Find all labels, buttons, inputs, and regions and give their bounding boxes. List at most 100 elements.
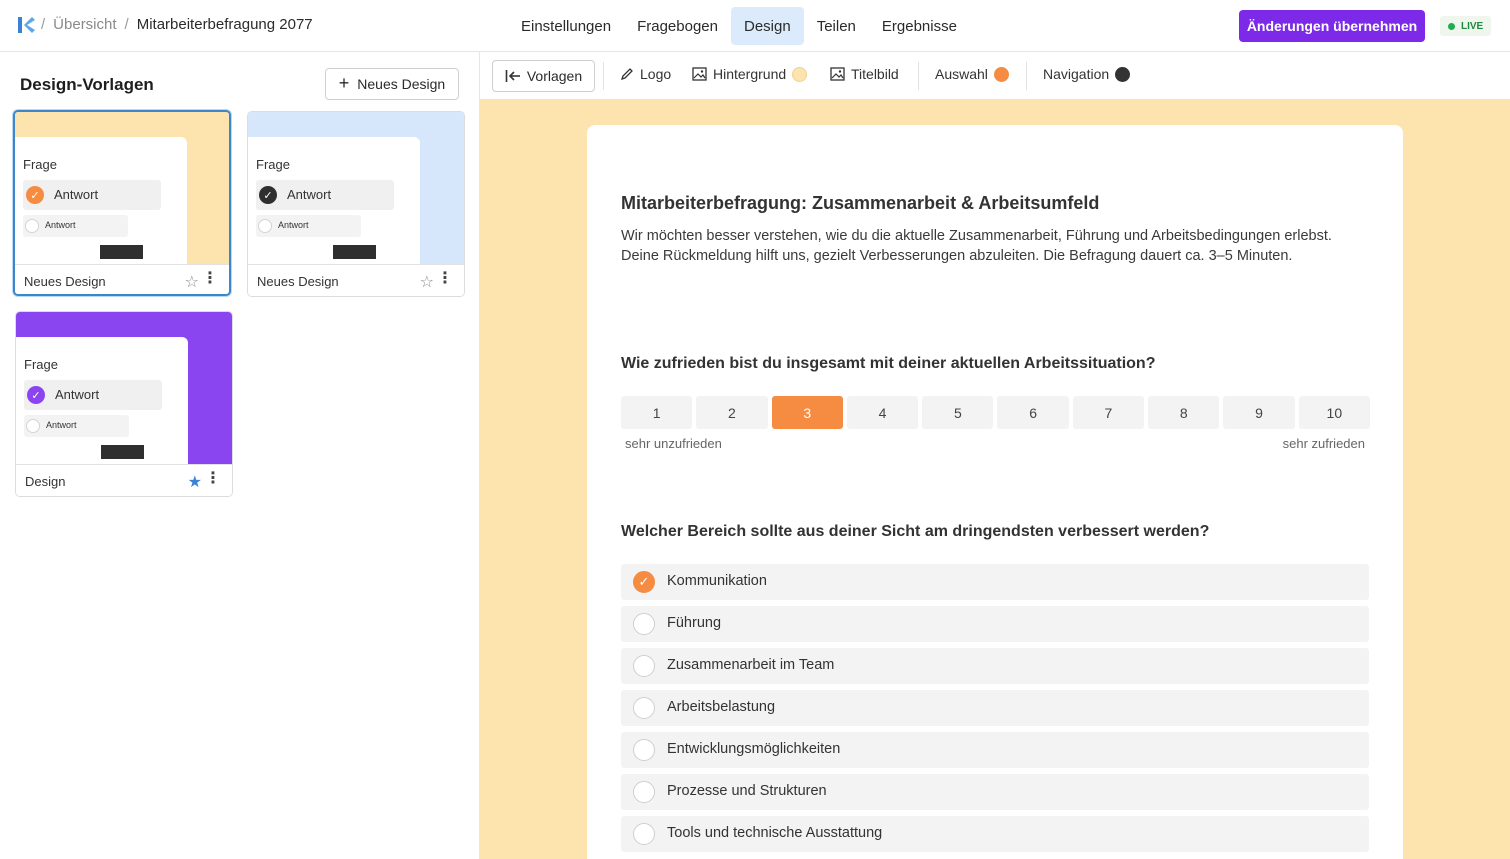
toolbar-navigation-button[interactable]: Navigation bbox=[1043, 66, 1131, 82]
template-nav-bar bbox=[333, 245, 376, 259]
choice-option-label: Zusammenarbeit im Team bbox=[667, 657, 835, 673]
template-preview-sheet: Frage ✓ Antwort Antwort bbox=[16, 337, 188, 464]
tab-fragebogen[interactable]: Fragebogen bbox=[624, 7, 731, 45]
rating-option[interactable]: 9 bbox=[1223, 396, 1295, 429]
tab-design[interactable]: Design bbox=[730, 7, 804, 45]
rating-option[interactable]: 5 bbox=[922, 396, 994, 429]
template-preview: Frage ✓ Antwort Antwort bbox=[15, 112, 229, 264]
tab-teilen[interactable]: Teilen bbox=[804, 7, 869, 45]
template-card-footer: Design ★ ⋮ bbox=[16, 464, 232, 496]
choice-option-label: Arbeitsbelastung bbox=[667, 699, 776, 715]
main-nav-tabs: Einstellungen Fragebogen Design Teilen E… bbox=[508, 7, 970, 45]
template-preview-sheet: Frage ✓ Antwort Antwort bbox=[15, 137, 187, 264]
choice-option[interactable]: Prozesse und Strukturen bbox=[621, 774, 1369, 810]
new-design-button[interactable]: + Neues Design bbox=[325, 68, 459, 100]
tab-einstellungen[interactable]: Einstellungen bbox=[508, 7, 624, 45]
template-answer-small-label: Antwort bbox=[278, 220, 309, 230]
rating-option[interactable]: 6 bbox=[997, 396, 1069, 429]
template-answer-unselected: Antwort bbox=[24, 415, 129, 437]
template-question-label: Frage bbox=[23, 157, 57, 172]
template-nav-bar bbox=[100, 245, 143, 259]
choice-option[interactable]: Zusammenarbeit im Team bbox=[621, 648, 1369, 684]
rating-option[interactable]: 8 bbox=[1148, 396, 1220, 429]
breadcrumb-current-survey: Mitarbeiterbefragung 2077 bbox=[136, 16, 313, 33]
radio-icon[interactable] bbox=[633, 655, 655, 677]
background-color-swatch bbox=[792, 66, 808, 82]
survey-description: Wir möchten besser verstehen, wie du die… bbox=[621, 228, 1332, 264]
radio-icon[interactable] bbox=[633, 697, 655, 719]
check-icon: ✓ bbox=[26, 186, 44, 204]
sidebar-title: Design-Vorlagen bbox=[20, 75, 154, 94]
back-to-templates-button[interactable]: Vorlagen bbox=[492, 60, 595, 92]
choice-option[interactable]: Arbeitsbelastung bbox=[621, 690, 1369, 726]
rating-option[interactable]: 3 bbox=[771, 396, 843, 429]
radio-icon bbox=[26, 419, 40, 433]
template-name: Design bbox=[25, 474, 66, 489]
pencil-icon bbox=[620, 68, 633, 81]
toolbar-selection-label: Auswahl bbox=[935, 66, 988, 82]
toolbar-background-label: Hintergrund bbox=[713, 66, 787, 82]
template-name: Neues Design bbox=[257, 274, 339, 289]
choice-option[interactable]: ✓ Kommunikation bbox=[621, 564, 1369, 600]
live-dot-icon bbox=[1448, 22, 1455, 30]
star-filled-icon[interactable]: ★ bbox=[188, 472, 202, 492]
plus-icon: + bbox=[338, 73, 350, 93]
choice-options: ✓ Kommunikation Führung Zusammenarbeit im T… bbox=[621, 564, 1369, 858]
radio-icon[interactable] bbox=[633, 613, 655, 635]
breadcrumb-separator: / bbox=[41, 16, 46, 33]
choice-option-label: Prozesse und Strukturen bbox=[667, 783, 827, 799]
template-name: Neues Design bbox=[24, 274, 106, 289]
live-status-badge: LIVE bbox=[1440, 16, 1492, 36]
survey-card: Mitarbeiterbefragung: Zusammenarbeit & A… bbox=[587, 125, 1403, 859]
rating-option[interactable]: 7 bbox=[1072, 396, 1145, 429]
design-template-card[interactable]: Frage ✓ Antwort Antwort Neues Design ☆ ⋮ bbox=[13, 110, 231, 296]
star-outline-icon[interactable]: ☆ bbox=[420, 272, 434, 292]
toolbar-logo-button[interactable]: Logo bbox=[620, 66, 671, 82]
rating-option[interactable]: 2 bbox=[696, 396, 768, 429]
survey-preview-area: Mitarbeiterbefragung: Zusammenarbeit & A… bbox=[480, 100, 1510, 859]
toolbar-title-image-label: Titelbild bbox=[851, 66, 899, 82]
rating-option[interactable]: 4 bbox=[846, 396, 919, 429]
toolbar-selection-button[interactable]: Auswahl bbox=[935, 66, 1009, 82]
new-design-label: Neues Design bbox=[357, 76, 446, 92]
toolbar-navigation-label: Navigation bbox=[1043, 66, 1110, 82]
rating-option[interactable]: 10 bbox=[1298, 396, 1370, 429]
top-bar: / Übersicht / Mitarbeiterbefragung 2077 … bbox=[0, 0, 1510, 52]
toolbar-divider bbox=[1026, 62, 1027, 90]
apply-changes-button[interactable]: Änderungen übernehmen bbox=[1239, 10, 1425, 42]
tab-ergebnisse[interactable]: Ergebnisse bbox=[869, 7, 970, 45]
choice-option-label: Entwicklungsmöglichkeiten bbox=[667, 741, 841, 757]
template-answer-selected: ✓ Antwort bbox=[23, 180, 161, 210]
choice-option[interactable]: Entwicklungsmöglichkeiten bbox=[621, 732, 1369, 768]
app-logo-icon[interactable] bbox=[16, 15, 36, 35]
more-vertical-icon[interactable]: ⋮ bbox=[205, 471, 221, 487]
breadcrumb-overview-link[interactable]: Übersicht bbox=[53, 16, 116, 33]
choice-option[interactable]: Tools und technische Ausstattung bbox=[621, 816, 1369, 852]
image-icon bbox=[692, 67, 707, 81]
template-answer-label: Antwort bbox=[55, 387, 100, 402]
template-answer-selected: ✓ Antwort bbox=[256, 180, 394, 210]
toolbar-background-button[interactable]: Hintergrund bbox=[692, 66, 808, 82]
radio-icon bbox=[258, 219, 272, 233]
radio-checked-icon[interactable]: ✓ bbox=[633, 571, 655, 593]
template-preview-sheet: Frage ✓ Antwort Antwort bbox=[248, 137, 420, 264]
rating-scale: 1 2 3 4 5 6 7 8 9 10 bbox=[621, 396, 1370, 429]
check-icon: ✓ bbox=[27, 386, 45, 404]
template-answer-label: Antwort bbox=[287, 187, 332, 202]
choice-option[interactable]: Führung bbox=[621, 606, 1369, 642]
star-outline-icon[interactable]: ☆ bbox=[185, 272, 199, 292]
rating-option[interactable]: 1 bbox=[621, 396, 693, 429]
toolbar-title-image-button[interactable]: Titelbild bbox=[830, 66, 899, 82]
radio-icon[interactable] bbox=[633, 739, 655, 761]
live-label: LIVE bbox=[1461, 20, 1484, 32]
radio-icon[interactable] bbox=[633, 823, 655, 845]
radio-icon[interactable] bbox=[633, 781, 655, 803]
more-vertical-icon[interactable]: ⋮ bbox=[202, 271, 218, 287]
more-vertical-icon[interactable]: ⋮ bbox=[437, 271, 453, 287]
toolbar-divider bbox=[603, 62, 604, 90]
design-template-card[interactable]: Frage ✓ Antwort Antwort Neues Design ☆ ⋮ bbox=[247, 111, 465, 297]
design-template-card[interactable]: Frage ✓ Antwort Antwort Design ★ ⋮ bbox=[15, 311, 233, 497]
choice-option-label: Tools und technische Ausstattung bbox=[667, 825, 883, 841]
breadcrumb-separator: / bbox=[124, 16, 129, 33]
template-answer-unselected: Antwort bbox=[256, 215, 361, 237]
